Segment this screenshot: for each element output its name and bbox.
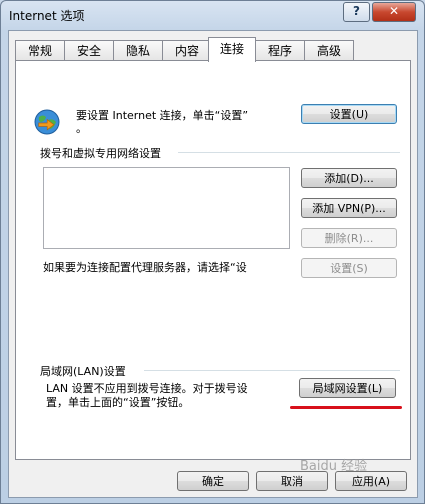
tab-strip: 常规 安全 隐私 内容 连接 程序 高级 [9, 37, 417, 62]
tab-programs[interactable]: 程序 [255, 40, 305, 61]
setup-button[interactable]: 设置(U) [301, 104, 397, 124]
setup-description-line1: 要设置 Internet 连接，单击“设置” [76, 109, 249, 122]
dialog-client: 常规 安全 隐私 内容 连接 程序 高级 要设置 Internet 连接，单击“… [8, 30, 418, 498]
help-button[interactable]: ? [343, 2, 370, 22]
lan-description-line2: 置，单击上面的“设置”按钮。 [46, 396, 190, 409]
lan-divider [144, 370, 400, 371]
red-underline-annotation [290, 406, 402, 409]
close-button[interactable]: ✕ [372, 2, 416, 22]
ok-button[interactable]: 确定 [177, 471, 249, 491]
connections-listbox[interactable] [43, 167, 290, 249]
connections-panel: 要设置 Internet 连接，单击“设置” 。 设置(U) 拨号和虚拟专用网络… [15, 60, 411, 460]
title-bar[interactable]: Internet 选项 ? ✕ [1, 1, 424, 29]
tab-security[interactable]: 安全 [64, 40, 114, 61]
tab-connections[interactable]: 连接 [208, 37, 256, 62]
lan-heading: 局域网(LAN)设置 [40, 365, 126, 378]
lan-description-line1: LAN 设置不应用到拨号连接。对于拨号设 [46, 382, 248, 395]
setup-description-line2: 。 [76, 122, 87, 135]
tab-general[interactable]: 常规 [15, 40, 65, 61]
tab-privacy[interactable]: 隐私 [113, 40, 163, 61]
window-title: Internet 选项 [9, 9, 85, 23]
remove-connection-button[interactable]: 删除(R)... [301, 228, 397, 248]
dialog-window: Internet 选项 ? ✕ 常规 安全 隐私 内容 连接 程序 高级 要设置… [0, 0, 425, 504]
dialup-vpn-heading: 拨号和虚拟专用网络设置 [40, 147, 161, 160]
proxy-description: 如果要为连接配置代理服务器，请选择“设 [43, 261, 247, 274]
dialup-divider [178, 152, 400, 153]
baidu-watermark: Baidu 经验 [300, 459, 368, 474]
tab-advanced[interactable]: 高级 [304, 40, 354, 61]
internet-globe-icon [33, 108, 61, 136]
add-connection-button[interactable]: 添加(D)... [301, 168, 397, 188]
cancel-button[interactable]: 取消 [256, 471, 328, 491]
lan-settings-button[interactable]: 局域网设置(L) [299, 378, 396, 398]
apply-button[interactable]: 应用(A) [335, 471, 407, 491]
tab-content[interactable]: 内容 [162, 40, 212, 61]
connection-settings-button[interactable]: 设置(S) [301, 258, 397, 278]
add-vpn-button[interactable]: 添加 VPN(P)... [301, 198, 397, 218]
